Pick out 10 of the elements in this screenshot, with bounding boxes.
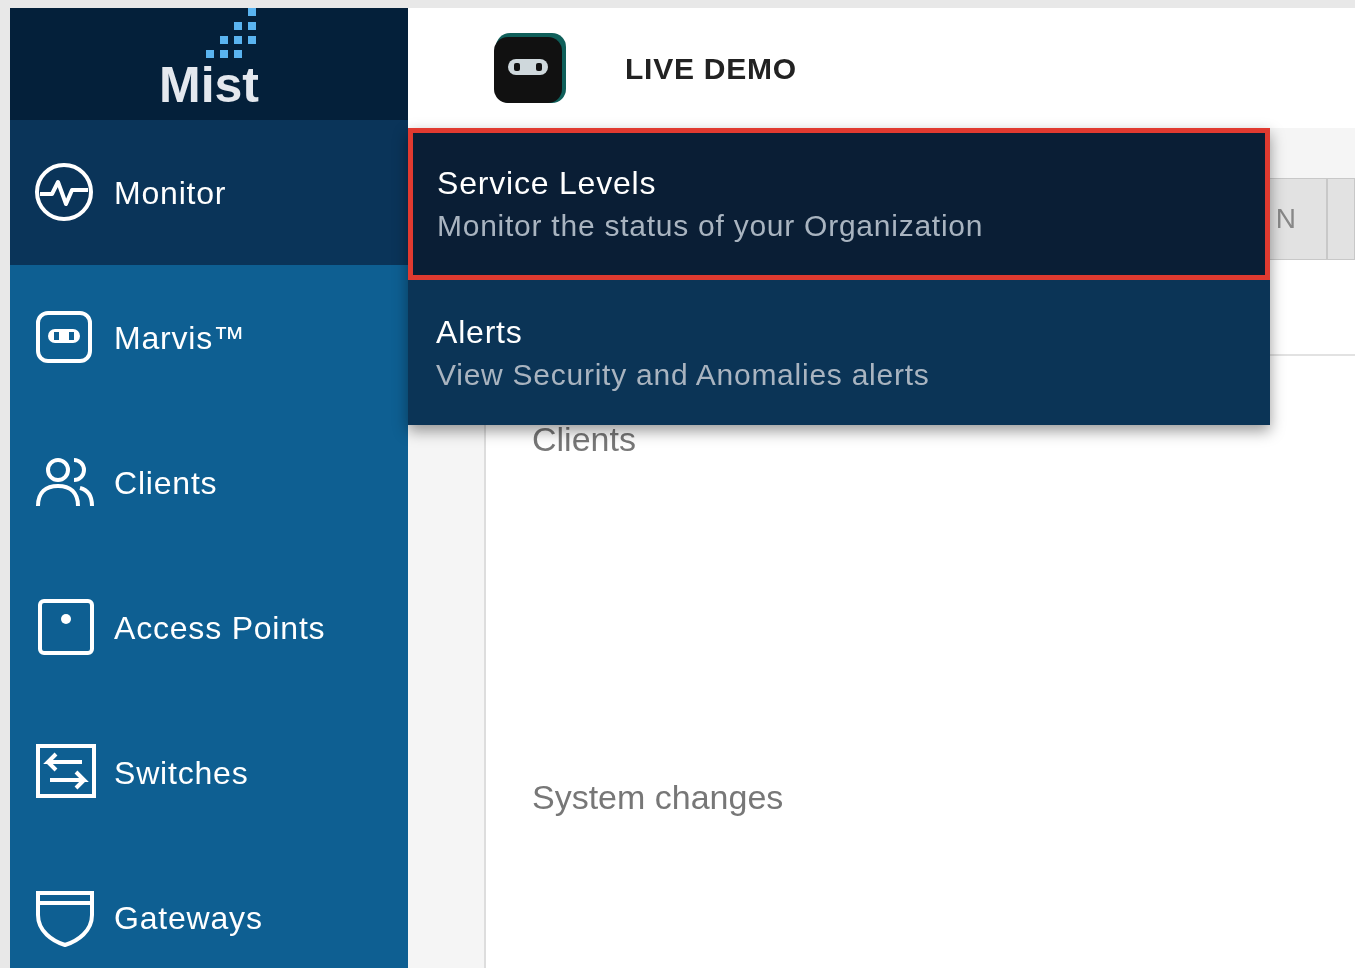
menu-item[interactable]: Alerts View Security and Anomalies alerts (408, 280, 1270, 425)
nav-item[interactable]: Monitor (10, 120, 408, 265)
robot-icon[interactable] (494, 31, 568, 105)
logo-text: Mist (159, 60, 259, 110)
menu-item[interactable]: Service Levels Monitor the status of your Organization (408, 128, 1270, 280)
section-title: Clients (532, 422, 637, 456)
dots-icon (206, 8, 256, 58)
section-title: System changes (532, 780, 785, 814)
monitor-icon (34, 161, 96, 224)
org-title: LIVE DEMO (625, 50, 797, 87)
